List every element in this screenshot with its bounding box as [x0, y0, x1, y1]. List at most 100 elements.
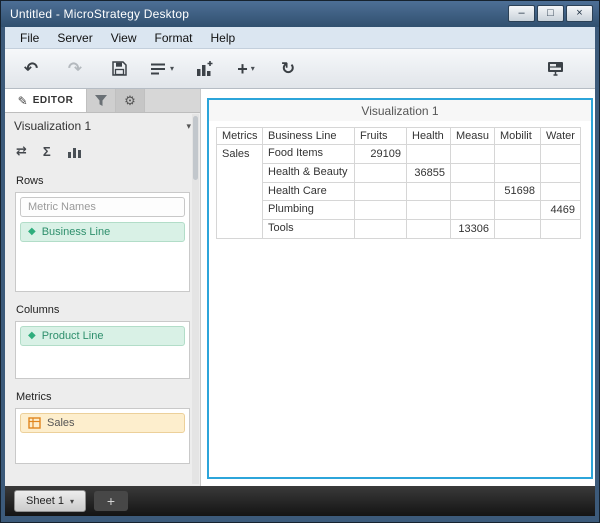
grid-row: Health & Beauty 36855 [217, 162, 581, 183]
grid-cell[interactable]: 13306 [450, 219, 495, 239]
row-header[interactable]: Food Items [262, 144, 355, 164]
grid-cell[interactable] [354, 162, 407, 183]
column-header[interactable]: Health [406, 127, 451, 145]
pencil-icon: ✎ [17, 93, 28, 108]
refresh-button[interactable]: ↻ [276, 55, 300, 83]
grid-cell[interactable] [450, 181, 495, 202]
visualization-selector[interactable]: Visualization 1 ▾ [5, 113, 200, 139]
grid-cell[interactable]: 29109 [354, 144, 407, 164]
menu-item-server[interactable]: Server [48, 28, 101, 48]
editor-tabstrip: ✎ EDITOR ⚙ [5, 89, 200, 113]
save-button[interactable] [107, 55, 131, 83]
menu-bar: File Server View Format Help [5, 27, 595, 49]
column-header[interactable]: Mobilit [494, 127, 541, 145]
row-header[interactable]: Health Care [262, 181, 355, 202]
menu-item-help[interactable]: Help [202, 28, 245, 48]
panel-scrollbar[interactable] [192, 114, 199, 484]
grid-cell[interactable] [540, 219, 581, 239]
grid-cell[interactable]: 4469 [540, 200, 581, 220]
plus-icon: + [237, 58, 248, 79]
metrics-item-sales[interactable]: Sales [20, 413, 185, 433]
tab-editor[interactable]: ✎ EDITOR [5, 89, 87, 112]
visualization-selector-label: Visualization 1 [14, 119, 92, 133]
add-button[interactable]: + ▾ [234, 55, 258, 83]
grid-cell[interactable] [540, 144, 581, 164]
sheet-tab[interactable]: Sheet 1 ▾ [14, 490, 86, 512]
rows-item-label: Metric Names [28, 201, 96, 213]
row-header-metric[interactable]: Sales [216, 144, 263, 239]
grid-cell[interactable] [494, 144, 541, 164]
tab-filter[interactable] [87, 89, 116, 112]
columns-dropzone[interactable]: ◆ Product Line [15, 321, 190, 379]
chevron-down-icon: ▾ [170, 64, 175, 73]
save-icon [111, 60, 128, 77]
minimize-button[interactable]: – [508, 5, 535, 22]
grid-row: Sales Food Items 29109 [216, 144, 581, 239]
column-header[interactable]: Water [540, 127, 581, 145]
rows-item-metric-names[interactable]: Metric Names [20, 197, 185, 217]
funnel-icon [94, 94, 108, 107]
chart-plus-icon [195, 60, 214, 77]
grid-cell[interactable] [494, 162, 541, 183]
window-controls: – □ × [508, 5, 593, 22]
bar-chart-icon[interactable] [67, 145, 82, 158]
dataset-button[interactable]: ▾ [149, 55, 174, 83]
insert-visualization-button[interactable] [192, 55, 216, 83]
presentation-icon [546, 60, 565, 77]
grid-cell[interactable] [450, 200, 495, 220]
content-area: ✎ EDITOR ⚙ Visualization 1 ▾ ⇄ Σ Rows Me… [5, 89, 595, 486]
visualization-panel[interactable]: Visualization 1 Metrics Business Line Fr… [207, 98, 593, 479]
row-header[interactable]: Health & Beauty [262, 162, 355, 183]
grid-cell[interactable] [354, 181, 407, 202]
swap-axes-icon[interactable]: ⇄ [16, 143, 27, 159]
grid-cell[interactable] [494, 219, 541, 239]
presentation-button[interactable] [543, 55, 567, 83]
metrics-section-label: Metrics [16, 391, 52, 403]
grid-cell[interactable] [406, 144, 451, 164]
column-header[interactable]: Measu [450, 127, 495, 145]
menu-item-format[interactable]: Format [145, 28, 201, 48]
grid-row: Tools 13306 [217, 219, 581, 239]
grid-cell[interactable] [450, 144, 495, 164]
grid-cell[interactable] [354, 200, 407, 220]
rows-item-business-line[interactable]: ◆ Business Line [20, 222, 185, 242]
grid-cell[interactable]: 51698 [494, 181, 541, 202]
add-sheet-button[interactable]: + [94, 491, 128, 511]
back-arrow-icon: ↶ [23, 59, 39, 78]
grid-cell[interactable] [494, 200, 541, 220]
chevron-down-icon: ▾ [186, 120, 191, 131]
row-header[interactable]: Plumbing [262, 200, 355, 220]
window-title: Untitled - MicroStrategy Desktop [10, 7, 190, 21]
grid-cell[interactable] [406, 181, 451, 202]
scrollbar-thumb[interactable] [193, 116, 198, 180]
grid-cell[interactable] [540, 162, 581, 183]
maximize-button[interactable]: □ [537, 5, 564, 22]
grid-cell[interactable] [406, 200, 451, 220]
metrics-dropzone[interactable]: Sales [15, 408, 190, 464]
toolbar: ↶ ↷ ▾ + ▾ ↻ [5, 49, 595, 89]
sigma-icon[interactable]: Σ [43, 144, 51, 159]
title-bar: Untitled - MicroStrategy Desktop – □ × [1, 1, 599, 27]
chevron-down-icon: ▾ [250, 64, 255, 73]
grid-cell[interactable]: 36855 [406, 162, 451, 183]
grid-cell[interactable] [406, 219, 451, 239]
grid-cell[interactable] [354, 219, 407, 239]
attribute-diamond-icon: ◆ [28, 226, 36, 237]
menu-item-file[interactable]: File [11, 28, 48, 48]
forward-button[interactable]: ↷ [63, 55, 87, 83]
corner-header[interactable]: Metrics [216, 127, 263, 145]
chevron-down-icon: ▾ [69, 496, 74, 506]
columns-item-product-line[interactable]: ◆ Product Line [20, 326, 185, 346]
back-button[interactable]: ↶ [19, 55, 43, 83]
grid-cell[interactable] [450, 162, 495, 183]
column-header[interactable]: Business Line [262, 127, 355, 145]
column-header[interactable]: Fruits [354, 127, 407, 145]
row-header[interactable]: Tools [262, 219, 355, 239]
tab-settings[interactable]: ⚙ [116, 89, 145, 112]
menu-item-view[interactable]: View [102, 28, 146, 48]
attribute-diamond-icon: ◆ [28, 330, 36, 341]
rows-dropzone[interactable]: Metric Names ◆ Business Line [15, 192, 190, 292]
metrics-item-label: Sales [47, 417, 75, 429]
grid-cell[interactable] [540, 181, 581, 202]
close-button[interactable]: × [566, 5, 593, 22]
